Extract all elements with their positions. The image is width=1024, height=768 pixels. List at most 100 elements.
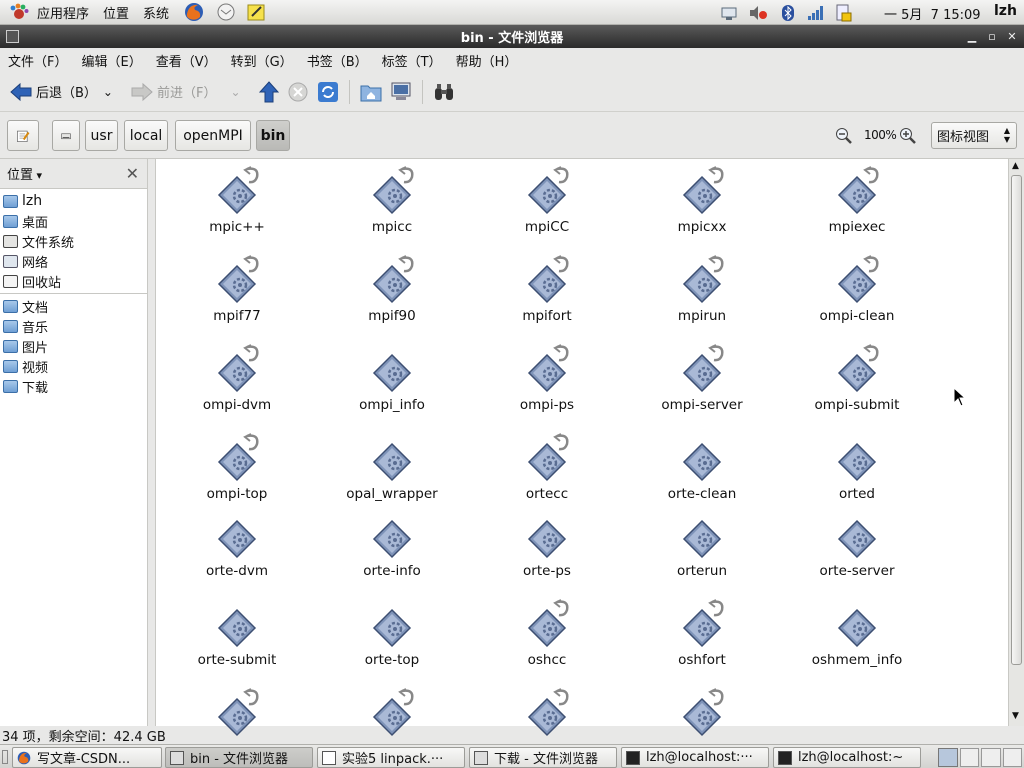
close-button[interactable]: ✕ [1004,28,1020,44]
file-item[interactable]: ompi_info [317,343,467,423]
file-item[interactable]: mpicc [317,165,467,245]
back-button[interactable]: 后退（B） [6,77,101,107]
zoom-level[interactable]: 100% [864,128,897,142]
sidebar-item-filesystem[interactable]: 文件系统 [0,231,147,251]
file-item[interactable]: orte-server [782,509,932,589]
file-item[interactable]: ompi-top [162,432,312,512]
minimize-button[interactable]: ▁ [964,28,980,44]
file-item[interactable]: oshmem_info [782,598,932,678]
file-item[interactable]: mpic++ [162,165,312,245]
task-terminal-2[interactable]: lzh@localhost:~ [773,747,921,768]
sidebar-item-network[interactable]: 网络 [0,251,147,271]
file-item[interactable]: orte-clean [627,432,777,512]
file-item[interactable]: ompi-server [627,343,777,423]
menu-tabs[interactable]: 标签（T） [376,51,448,70]
file-item[interactable]: orte-info [317,509,467,589]
file-item[interactable]: mpicxx [627,165,777,245]
network-icon[interactable] [718,3,740,22]
forward-history-chevron-icon[interactable]: ⌄ [230,85,240,99]
clock[interactable]: 一 5月 7 15:09 [884,4,981,23]
sidebar-item-home[interactable]: lzh [0,191,147,211]
scroll-down-icon[interactable]: ▼ [1012,711,1019,721]
file-item[interactable]: mpiexec [782,165,932,245]
sidebar-item-desktop[interactable]: 桌面 [0,211,147,231]
file-item[interactable]: oshfort [627,598,777,678]
file-item[interactable]: mpifort [472,254,622,334]
vertical-scrollbar[interactable]: ▲ ▼ [1008,159,1024,726]
update-icon[interactable] [832,3,854,22]
file-item[interactable]: orte-ps [472,509,622,589]
menu-help[interactable]: 帮助（H） [450,51,524,70]
notes-launcher-icon[interactable] [246,1,268,23]
stop-button[interactable] [283,77,313,107]
reload-button[interactable] [313,77,343,107]
scroll-thumb[interactable] [1011,175,1022,665]
menu-view[interactable]: 查看（V） [150,51,223,70]
file-item[interactable]: mpiCC [472,165,622,245]
file-item[interactable]: ompi-submit [782,343,932,423]
breadcrumb-local[interactable]: local [124,120,168,151]
system-menu[interactable]: 系统 [136,3,176,22]
file-item[interactable]: orted [782,432,932,512]
sidebar-item-music[interactable]: 音乐 [0,316,147,336]
applications-menu[interactable]: 应用程序 [30,3,96,22]
menu-file[interactable]: 文件（F） [2,51,73,70]
file-item[interactable]: opal_wrapper [317,432,467,512]
file-item[interactable]: ompi-ps [472,343,622,423]
gnome-foot-icon[interactable] [8,2,30,22]
sidebar-item-pictures[interactable]: 图片 [0,336,147,356]
task-terminal-1[interactable]: lzh@localhost:··· [621,747,769,768]
file-item[interactable]: orte-top [317,598,467,678]
task-file-browser-bin[interactable]: bin - 文件浏览器 [165,747,313,768]
window-menu-icon[interactable] [6,30,19,43]
maximize-button[interactable]: ▫ [984,28,1000,44]
workspace-4[interactable] [1002,748,1022,767]
menu-bookmarks[interactable]: 书签（B） [301,51,374,70]
breadcrumb-filesystem[interactable] [52,120,80,151]
up-button[interactable] [255,77,283,107]
file-item[interactable]: orte-submit [162,598,312,678]
file-item[interactable]: ompi-clean [782,254,932,334]
workspace-2[interactable] [959,748,979,767]
file-item[interactable]: ompi-dvm [162,343,312,423]
home-button[interactable] [356,77,386,107]
file-item[interactable]: orte-dvm [162,509,312,589]
file-item[interactable]: mpirun [627,254,777,334]
firefox-launcher-icon[interactable] [184,1,206,23]
show-desktop-icon[interactable] [2,750,8,764]
task-firefox[interactable]: 写文章-CSDN... [12,747,162,768]
computer-button[interactable] [386,77,416,107]
toggle-location-entry-button[interactable] [7,120,39,151]
volume-muted-icon[interactable] [747,3,769,22]
zoom-in-button[interactable] [899,127,917,149]
view-mode-select[interactable]: 图标视图 ▲ ▼ [931,122,1017,149]
zoom-out-button[interactable] [835,127,853,149]
sidebar-item-videos[interactable]: 视频 [0,356,147,376]
scroll-up-icon[interactable]: ▲ [1012,161,1019,171]
sidebar-item-trash[interactable]: 回收站 [0,271,147,291]
workspace-switcher[interactable] [938,748,1022,767]
window-titlebar[interactable]: bin - 文件浏览器 ▁ ▫ ✕ [0,25,1024,48]
file-item[interactable]: oshcc [472,598,622,678]
file-item[interactable]: mpif77 [162,254,312,334]
back-history-chevron-icon[interactable]: ⌄ [103,85,113,99]
signal-icon[interactable] [805,3,827,22]
icon-view[interactable]: mpic++ mpicc mpiCC mpicxx mpiexec mpif77 mpif9… [155,159,1008,737]
task-editor-linpack[interactable]: 实验5 linpack.··· [317,747,465,768]
forward-button[interactable]: 前进（F） [127,77,220,107]
sidebar-item-downloads[interactable]: 下载 [0,376,147,396]
breadcrumb-usr[interactable]: usr [85,120,118,151]
breadcrumb-openmpi[interactable]: openMPI [175,120,251,151]
workspace-1[interactable] [938,748,958,767]
workspace-3[interactable] [981,748,1001,767]
file-item[interactable]: orterun [627,509,777,589]
task-file-browser-downloads[interactable]: 下载 - 文件浏览器 [469,747,617,768]
menu-edit[interactable]: 编辑（E） [75,51,147,70]
menu-go[interactable]: 转到（G） [225,51,299,70]
close-sidebar-icon[interactable]: ✕ [126,164,139,183]
sidebar-type-select[interactable]: 位置 ▾ [7,164,42,183]
search-button[interactable] [429,77,459,107]
user-name[interactable]: lzh [994,3,1017,19]
breadcrumb-bin[interactable]: bin [256,120,290,151]
mail-launcher-icon[interactable] [216,1,238,23]
